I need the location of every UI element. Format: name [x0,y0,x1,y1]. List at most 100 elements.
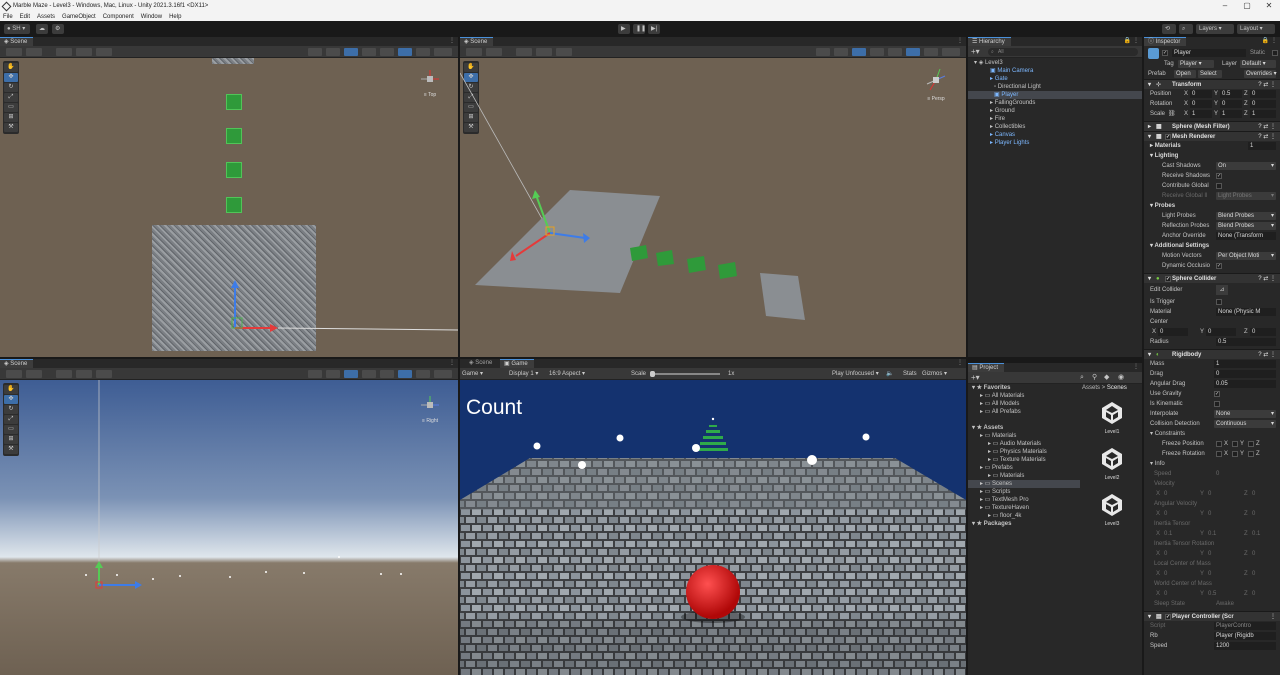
scale-x-field[interactable]: 1 [1190,110,1212,118]
2d-toggle-button[interactable] [326,48,340,56]
hierarchy-item-collectibles[interactable]: ▸ Collectibles [968,123,1142,131]
project-tree-item[interactable]: ▸ ▭ Scripts [968,488,1080,496]
snap-button[interactable] [536,48,552,56]
panel-menu-icon[interactable]: ⋮ [449,359,455,368]
project-tree-item[interactable]: ▸ ▭ floor_4k [968,512,1080,520]
grid-button[interactable] [56,48,72,56]
menu-assets[interactable]: Assets [37,14,55,20]
effects-toggle[interactable] [888,48,902,56]
freeze-position-y-checkbox[interactable] [1232,441,1238,447]
receive-gi-dropdown[interactable]: Light Probes ▾ [1216,192,1276,200]
mass-field[interactable]: 1 [1214,360,1276,368]
materials-row[interactable]: ▸ Materials 1 [1144,141,1280,151]
motion-vectors-dropdown[interactable]: Per Object Moti ▾ [1216,252,1276,260]
project-tree-item[interactable]: ▾ ★ Assets [968,424,1080,432]
minimize-icon[interactable]: – [1214,0,1236,12]
pivot-button[interactable] [26,370,42,378]
project-tree-item[interactable]: ▸ ▭ Texture Materials [968,456,1080,464]
maximize-icon[interactable]: ▢ [1236,0,1258,12]
project-tree-item[interactable]: ▾ ★ Favorites [968,384,1080,392]
lighting-toggle[interactable] [344,48,358,56]
center-x-field[interactable]: 0 [1158,328,1188,336]
collider-material-field[interactable]: None (Physic M [1216,308,1276,316]
menu-window[interactable]: Window [141,14,162,20]
move-handle-gizmo[interactable] [0,58,458,357]
scale-slider[interactable] [650,373,720,375]
project-tree-item[interactable]: ▸ ▭ All Models [968,400,1080,408]
project-tree-item[interactable]: ▸ ▭ Materials [968,432,1080,440]
tab-scene[interactable]: ◈ Scene [0,359,34,368]
snap-button[interactable] [76,48,92,56]
draw-mode-button[interactable] [816,48,830,56]
step-button[interactable]: ▶| [648,24,660,34]
pause-button[interactable]: ❚❚ [633,24,646,34]
transform-header[interactable]: ▾ ⊹ Transform ? ⇄ ⋮ [1144,79,1280,89]
hierarchy-item-player[interactable]: ▣ Player [968,91,1142,99]
camera-button[interactable] [924,48,938,56]
probes-row[interactable]: ▾ Probes [1144,201,1280,211]
audio-toggle[interactable] [870,48,884,56]
freeze-position-z-checkbox[interactable] [1248,441,1254,447]
player-controller-header[interactable]: ▾ ▤ ✓ Player Controller (Scr ⋮ [1144,611,1280,621]
breadcrumb-scenes[interactable]: Scenes [1107,385,1127,391]
increment-button[interactable] [556,48,572,56]
add-object-icon[interactable]: +▾ [971,46,980,57]
rotation-z-field[interactable]: 0 [1250,100,1276,108]
prefab-open-button[interactable]: Open [1174,70,1196,78]
panel-menu-icon[interactable]: ⋮ [957,37,963,46]
increment-button[interactable] [96,370,112,378]
contribute-gi-checkbox[interactable] [1216,183,1222,189]
increment-button[interactable] [96,48,112,56]
panel-menu-icon[interactable]: ⋮ [957,359,963,368]
breadcrumb-assets[interactable]: Assets [1082,385,1100,391]
sphere-collider-enabled-checkbox[interactable]: ✓ [1165,276,1171,282]
sphere-collider-header[interactable]: ▾ ● ✓ Sphere Collider ? ⇄ ⋮ [1144,273,1280,283]
anchor-override-field[interactable]: None (Transform [1216,232,1276,240]
center-z-field[interactable]: 0 [1250,328,1276,336]
lighting-toggle[interactable] [344,370,358,378]
menu-component[interactable]: Component [103,14,134,20]
active-checkbox[interactable]: ✓ [1162,50,1168,56]
player-controller-enabled-checkbox[interactable]: ✓ [1165,614,1171,620]
mesh-filter-header[interactable]: ▸ ▦ Sphere (Mesh Filter) ? ⇄ ⋮ [1144,121,1280,131]
tab-hierarchy[interactable]: ☰ Hierarchy [968,37,1011,46]
cloud-icon[interactable]: ☁ [36,24,48,34]
additional-settings-row[interactable]: ▾ Additional Settings [1144,241,1280,251]
camera-button[interactable] [416,48,430,56]
panel-menu-icon[interactable]: ⋮ [449,37,455,46]
project-tree-item[interactable]: ▸ ▭ TextMesh Pro [968,496,1080,504]
prefab-select-button[interactable]: Select [1198,70,1222,78]
receive-shadows-checkbox[interactable]: ✓ [1216,173,1222,179]
hierarchy-item-level3[interactable]: ▾ ◈ Level3 [968,59,1142,67]
menu-help[interactable]: Help [169,14,181,20]
tab-scene[interactable]: ◈ Scene [0,37,34,46]
audio-toggle[interactable] [362,370,376,378]
snap-button[interactable] [76,370,92,378]
close-icon[interactable]: ✕ [1258,0,1280,12]
pivot-button[interactable] [26,48,42,56]
position-x-field[interactable]: 0 [1190,90,1212,98]
scene-viewport[interactable]: ✋ ✥ ↻ ⤢ ▭ ⊞ ⚒ ≡ Persp [460,58,966,357]
angular-drag-field[interactable]: 0.05 [1214,380,1276,388]
hierarchy-item-main-camera[interactable]: ▣ Main Camera [968,67,1142,75]
project-tree-item[interactable]: ▸ ▭ Scenes [968,480,1080,488]
draw-mode-button[interactable] [308,48,322,56]
layers-dropdown[interactable]: Layers ▾ [1196,24,1234,34]
tab-project[interactable]: ▤ Project [968,363,1005,372]
materials-count-field[interactable]: 1 [1248,142,1276,150]
stats-button[interactable]: Stats [903,368,917,380]
collab-icon[interactable]: ⚙ [52,24,64,34]
filter-icon[interactable]: ⚲ [1092,372,1097,383]
project-tree-item[interactable]: ▸ ▭ All Materials [968,392,1080,400]
project-tree-item[interactable]: ▾ ★ Packages [968,520,1080,528]
project-tree-item[interactable]: ▸ ▭ Physics Materials [968,448,1080,456]
constraints-row[interactable]: ▾ Constraints [1144,429,1280,439]
scale-slider-handle[interactable] [650,371,655,377]
gizmos-button[interactable] [434,370,452,378]
tag-dropdown[interactable]: Player ▾ [1178,60,1214,68]
2d-toggle-button[interactable] [326,370,340,378]
game-viewport[interactable]: Count [460,380,966,675]
is-kinematic-checkbox[interactable] [1214,401,1220,407]
collision-detection-dropdown[interactable]: Continuous ▾ [1214,420,1276,428]
gizmos-dropdown[interactable]: Gizmos ▾ [922,368,947,380]
